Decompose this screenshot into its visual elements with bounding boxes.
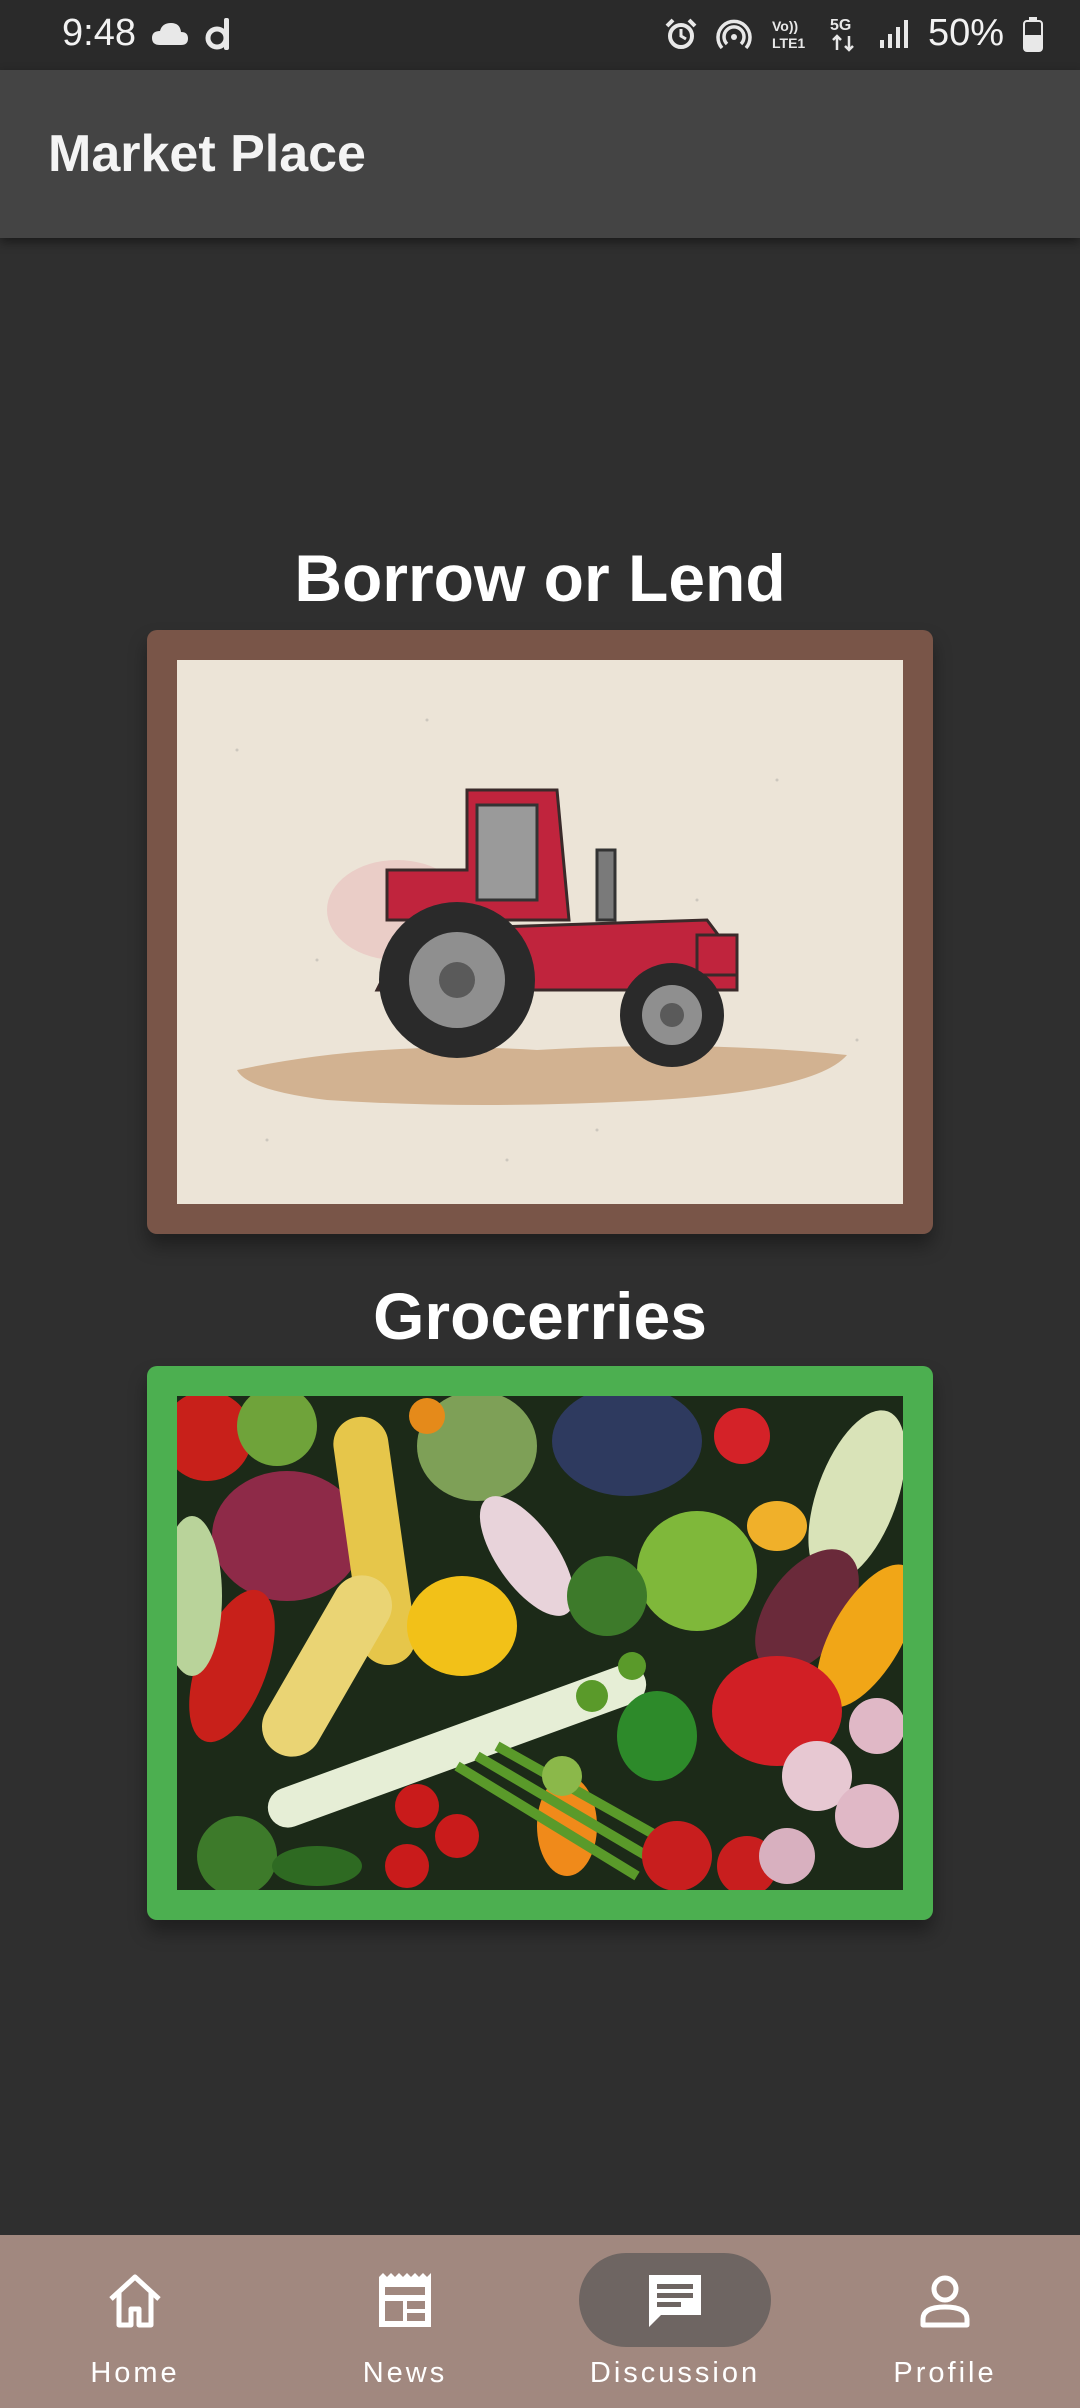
borrow-lend-title: Borrow or Lend: [294, 541, 786, 615]
status-bar: 9:48 Vo)) LTE1 5G 50%: [0, 0, 1080, 70]
home-icon: [109, 2274, 161, 2328]
status-time: 9:48: [62, 12, 136, 54]
nav-item-profile[interactable]: Profile: [810, 2235, 1080, 2408]
svg-text:Vo)): Vo)): [772, 18, 798, 34]
alarm-icon: [665, 18, 697, 49]
app-bar: Market Place: [0, 70, 1080, 238]
nav-item-home[interactable]: Home: [0, 2235, 270, 2408]
signal-icon: [879, 19, 908, 48]
nav-label-home: Home: [90, 2357, 180, 2389]
borrow-lend-card[interactable]: [147, 630, 933, 1234]
profile-icon: [920, 2275, 970, 2328]
news-icon: [379, 2273, 431, 2327]
nav-label-profile: Profile: [893, 2357, 997, 2389]
svg-text:LTE1: LTE1: [772, 35, 805, 51]
d-app-icon: [205, 18, 229, 50]
battery-icon: [1023, 16, 1043, 52]
nav-label-discussion: Discussion: [589, 2357, 761, 2389]
svg-text:5G: 5G: [830, 17, 851, 34]
discussion-icon: [649, 2275, 701, 2327]
groceries-title: Grocerries: [373, 1279, 707, 1353]
volte-icon: Vo)) LTE1: [772, 18, 805, 51]
battery-percentage: 50%: [927, 12, 1004, 54]
status-left-icons: [150, 16, 234, 52]
nav-item-news[interactable]: News: [270, 2235, 540, 2408]
nav-label-news: News: [362, 2357, 448, 2389]
hotspot-icon: [716, 19, 752, 49]
nav-item-discussion[interactable]: Discussion: [540, 2235, 810, 2408]
vegetables-photo: [177, 1396, 903, 1890]
cloud-icon: [152, 23, 188, 45]
groceries-card[interactable]: [147, 1366, 933, 1920]
page-title: Market Place: [48, 125, 366, 183]
status-right: Vo)) LTE1 5G 50%: [664, 12, 1044, 55]
tractor-illustration: [177, 660, 903, 1204]
bottom-nav: Home News Discussion Profile: [0, 2235, 1080, 2408]
5g-icon: 5G: [830, 17, 854, 52]
